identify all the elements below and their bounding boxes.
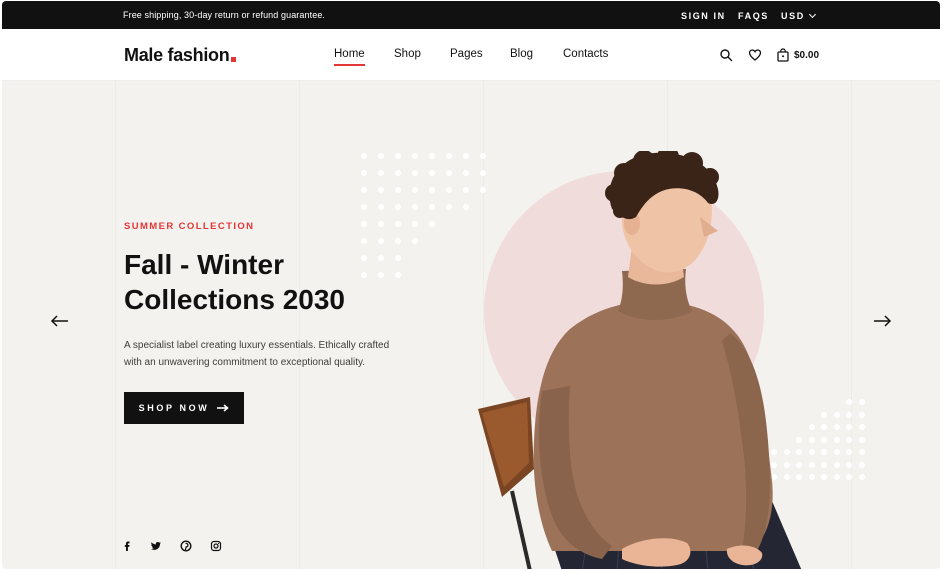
chevron-down-icon [808,10,816,19]
shop-now-label: SHOP NOW [138,403,210,413]
dot [833,436,840,443]
dot [429,153,435,159]
logo-text: Male fashion [124,45,230,65]
dot [395,204,401,210]
arrow-right-icon[interactable] [872,314,892,328]
dot [846,424,852,430]
dot [858,449,865,455]
heart-icon[interactable] [748,48,762,62]
hero-slider: SUMMER COLLECTION Fall - Winter Collecti… [2,81,940,569]
top-bar: Free shipping, 30-day return or refund g… [2,1,940,29]
nav-home[interactable]: Home [334,48,365,66]
dot [361,238,367,244]
logo-dot [231,57,237,62]
dot [833,424,840,430]
dot [412,221,418,227]
grid-line [299,81,300,569]
site-header: Male fashion Home Shop Pages Blog Contac… [2,29,940,81]
dot [378,238,384,244]
dot [833,461,840,468]
dot [361,153,367,159]
dot [395,153,401,159]
currency-select[interactable]: USD [781,10,816,21]
promo-text: Free shipping, 30-day return or refund g… [123,10,326,20]
dot [361,204,367,210]
dot [858,474,865,480]
dot [833,474,840,480]
dot [361,187,367,193]
dot [463,204,469,210]
dot [858,411,865,418]
pinterest-icon[interactable] [180,540,192,552]
dot [429,204,435,210]
dot [378,170,384,176]
dot [858,436,865,443]
dot [846,461,852,468]
dot [858,424,865,430]
faqs-link[interactable]: FAQS [738,11,769,21]
arrow-left-icon[interactable] [50,314,70,328]
cart-total[interactable]: $0.00 [794,50,819,61]
currency-label: USD [781,11,805,21]
dot [846,399,852,405]
dot [395,221,401,227]
nav-contacts[interactable]: Contacts [563,48,608,60]
dot [395,187,401,193]
dot [395,238,401,244]
facebook-icon[interactable] [121,540,133,552]
dot [833,411,840,418]
nav-shop[interactable]: Shop [394,48,421,60]
dot [412,170,418,176]
twitter-icon[interactable] [150,540,162,552]
dot [378,221,384,227]
hero-headline-line1: Fall - Winter [124,249,284,280]
dot [858,399,865,405]
dot [463,153,469,159]
instagram-icon[interactable] [210,540,222,552]
dot [446,153,452,159]
hero-eyebrow: SUMMER COLLECTION [124,221,255,232]
shop-now-button[interactable]: SHOP NOW [124,392,244,424]
nav-blog[interactable]: Blog [510,48,533,60]
model-image [478,151,802,569]
dot [446,204,452,210]
dot [846,411,852,418]
dot [833,449,840,455]
dot [429,221,435,227]
dot [446,187,452,193]
search-icon[interactable] [719,48,733,62]
dot [846,449,852,455]
dot [412,204,418,210]
hero-description: A specialist label creating luxury essen… [124,340,390,368]
dot [846,474,852,480]
arrow-right-icon [217,404,230,412]
dot [361,221,367,227]
dot [378,204,384,210]
dot [412,153,418,159]
bag-icon[interactable] [776,48,790,62]
nav-pages[interactable]: Pages [450,48,483,60]
dot [858,461,865,468]
dot [846,436,852,443]
dot [412,187,418,193]
hero-headline: Fall - Winter Collections 2030 [124,247,404,317]
dot [378,187,384,193]
dot [429,170,435,176]
dot [463,187,469,193]
page-frame: Free shipping, 30-day return or refund g… [2,1,940,569]
logo[interactable]: Male fashion [124,45,237,66]
dot [378,153,384,159]
sign-in-link[interactable]: SIGN IN [681,11,726,21]
hero-headline-line2: Collections 2030 [124,284,345,315]
dot [463,170,469,176]
dot [395,170,401,176]
dot [429,187,435,193]
grid-line [851,81,852,569]
grid-line [115,81,116,569]
dot [361,170,367,176]
dot [446,170,452,176]
dot [412,238,418,244]
